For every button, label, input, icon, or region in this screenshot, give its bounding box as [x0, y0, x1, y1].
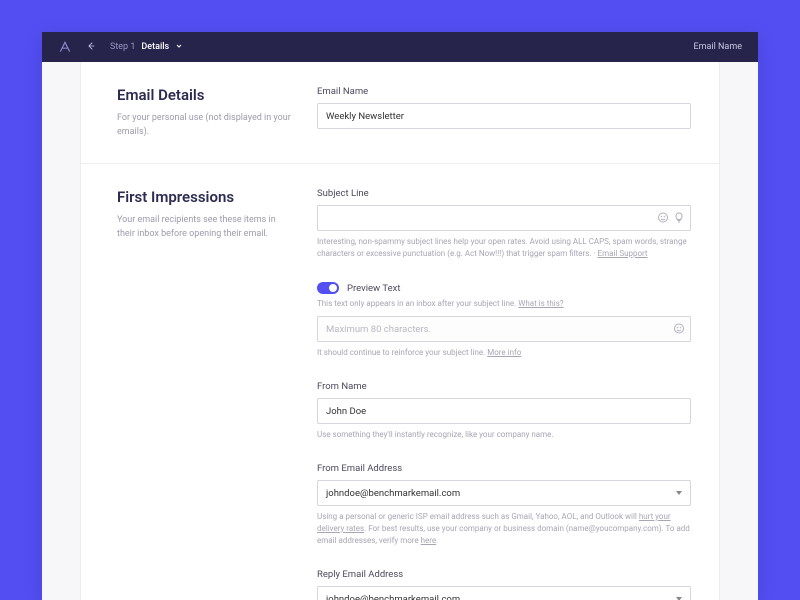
lightbulb-icon[interactable] [673, 209, 685, 228]
field-reply-email: Reply Email Address johndoe@benchmarkema… [317, 569, 691, 600]
chevron-down-icon [676, 491, 682, 495]
from-email-label: From Email Address [317, 463, 691, 474]
chevron-down-icon [175, 42, 183, 53]
section-title: First Impressions [117, 188, 293, 206]
section-description: Your email recipients see these items in… [117, 214, 293, 241]
preview-text-input[interactable]: Maximum 80 characters. [317, 316, 691, 342]
emoji-icon[interactable] [657, 209, 669, 228]
reply-email-select[interactable]: johndoe@benchmarkemail.com [317, 586, 691, 600]
preview-text-toggle-label: Preview Text [347, 283, 400, 294]
topbar: Step 1 Details Email Name [42, 32, 758, 62]
field-preview-text: Preview Text This text only appears in a… [317, 282, 691, 359]
reply-email-label: Reply Email Address [317, 569, 691, 580]
section-email-details-header: Email Details For your personal use (not… [117, 86, 317, 139]
preview-text-toggle[interactable] [317, 282, 339, 294]
field-from-email: From Email Address johndoe@benchmarkemai… [317, 463, 691, 547]
step-number: Step 1 [110, 42, 135, 52]
what-is-this-link[interactable]: What is this? [518, 299, 563, 308]
content-area: Email Details For your personal use (not… [42, 62, 758, 600]
section-description: For your personal use (not displayed in … [117, 112, 293, 139]
app-frame: Step 1 Details Email Name Email Details … [42, 32, 758, 600]
from-name-input[interactable]: John Doe [317, 398, 691, 424]
field-from-name: From Name John Doe Use something they'll… [317, 381, 691, 441]
more-info-link[interactable]: More info [487, 348, 521, 357]
section-email-details: Email Details For your personal use (not… [81, 62, 719, 164]
from-email-helper: Using a personal or generic ISP email ad… [317, 511, 691, 547]
step-name: Details [141, 42, 169, 52]
verify-here-link[interactable]: here [421, 536, 437, 545]
field-subject-line: Subject Line [317, 188, 691, 260]
emoji-icon[interactable] [673, 320, 685, 339]
email-support-link[interactable]: Email Support [598, 249, 648, 258]
topbar-left: Step 1 Details [58, 40, 183, 54]
from-email-select[interactable]: johndoe@benchmarkemail.com [317, 480, 691, 506]
step-breadcrumb[interactable]: Step 1 Details [110, 42, 183, 53]
back-arrow-icon[interactable] [86, 41, 96, 54]
from-name-helper: Use something they'll instantly recogniz… [317, 429, 691, 441]
section-first-impressions-header: First Impressions Your email recipients … [117, 188, 317, 600]
subject-line-input[interactable] [317, 205, 691, 231]
preview-text-below-helper: It should continue to reinforce your sub… [317, 347, 691, 359]
topbar-right-label: Email Name [694, 42, 743, 52]
subject-line-helper: Interesting, non-spammy subject lines he… [317, 236, 691, 260]
from-name-label: From Name [317, 381, 691, 392]
form-panel: Email Details For your personal use (not… [80, 62, 720, 600]
app-logo [58, 40, 72, 54]
section-title: Email Details [117, 86, 293, 104]
preview-text-subhelper: This text only appears in an inbox after… [317, 298, 691, 310]
email-name-input[interactable]: Weekly Newsletter [317, 103, 691, 129]
subject-line-label: Subject Line [317, 188, 691, 199]
section-first-impressions: First Impressions Your email recipients … [81, 164, 719, 600]
email-name-label: Email Name [317, 86, 691, 97]
field-email-name: Email Name Weekly Newsletter [317, 86, 691, 129]
